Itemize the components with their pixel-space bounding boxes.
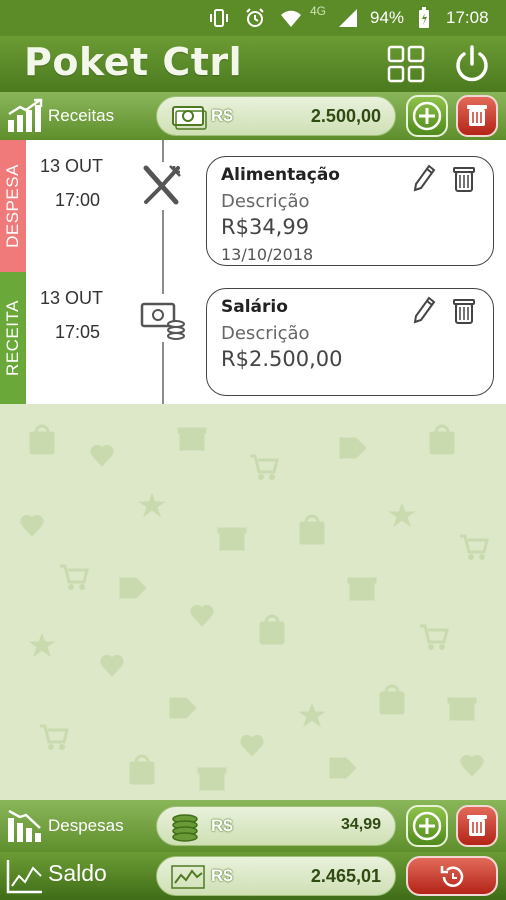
grid-icon: [387, 45, 425, 83]
network-type: 4G: [310, 4, 327, 18]
entry-value: R$2.500,00: [221, 347, 343, 371]
despesas-label: Despesas: [48, 816, 124, 835]
despesas-amount: 34,99: [340, 816, 381, 833]
battery-icon: [419, 7, 429, 28]
app-title: Poket Ctrl: [24, 40, 243, 84]
money-coins-icon: [138, 294, 186, 342]
saldo-total-field: R$ 2.465,01: [156, 856, 396, 896]
entry-value: R$34,99: [221, 215, 310, 239]
history-icon: [440, 866, 464, 887]
entry-type-label: RECEITA: [3, 300, 22, 376]
receitas-bar: Receitas R$ 2.500,00: [0, 92, 506, 140]
entry-time: 17:05: [55, 322, 101, 342]
entry-card[interactable]: Salário Descrição R$2.500,00: [206, 288, 494, 396]
coins-icon: [172, 814, 198, 842]
despesa-tag: DESPESA: [0, 140, 26, 272]
plus-icon: [412, 101, 442, 131]
entry-title: Salário: [221, 297, 288, 317]
income-chart-icon: [8, 98, 43, 132]
dashboard-button[interactable]: [386, 44, 426, 84]
history-button[interactable]: [406, 856, 498, 896]
list-item[interactable]: DESPESA 13 OUT 17:00 Alimentação Descriç…: [0, 140, 506, 272]
status-icons: [208, 6, 302, 30]
entry-description: Descrição: [221, 323, 310, 344]
entry-title: Alimentação: [221, 165, 340, 185]
despesas-bar: Despesas R$ 34,99: [0, 800, 506, 852]
saldo-label: Saldo: [48, 860, 107, 886]
entry-type-label: DESPESA: [3, 164, 22, 248]
vibrate-icon: [210, 9, 228, 27]
clock: 17:08: [446, 8, 489, 27]
plus-icon: [412, 811, 442, 841]
entry-time: 17:00: [55, 190, 101, 210]
cash-icon: [172, 106, 207, 130]
entry-date: 13 OUT: [40, 156, 104, 176]
fork-knife-icon: [138, 162, 186, 210]
despesas-total-field: R$ 34,99: [156, 806, 396, 846]
shopping-pattern-background: [0, 404, 506, 800]
trash-icon: [467, 105, 487, 126]
add-receita-button[interactable]: [406, 95, 448, 137]
delete-receitas-button[interactable]: [456, 95, 498, 137]
entry-full-date: 13/10/2018: [221, 245, 314, 264]
saldo-amount: 2.465,01: [310, 866, 381, 886]
transactions-list: DESPESA 13 OUT 17:00 Alimentação Descriç…: [0, 140, 506, 404]
power-icon: [456, 45, 488, 82]
saldo-bar: Saldo R$ 2.465,01: [0, 852, 506, 900]
saldo-currency: R$: [211, 866, 233, 885]
power-button[interactable]: [452, 44, 492, 84]
receitas-label: Receitas: [48, 106, 115, 125]
trash-icon[interactable]: [451, 163, 477, 193]
edit-icon[interactable]: [411, 295, 437, 325]
entry-date: 13 OUT: [40, 288, 104, 308]
wifi-icon: [281, 10, 301, 27]
battery-level: 94%: [370, 8, 405, 27]
line-chart-icon: [171, 865, 205, 889]
status-bar: 4G 94% 17:08: [0, 0, 506, 36]
receitas-total-field: R$ 2.500,00: [156, 96, 396, 136]
entry-card[interactable]: Alimentação Descrição R$34,99 13/10/2018: [206, 156, 494, 266]
alarm-icon: [246, 8, 264, 27]
trash-icon: [467, 815, 487, 836]
receitas-currency: R$: [211, 106, 233, 125]
pattern-icons: [20, 424, 489, 791]
signal-icon: [339, 9, 357, 27]
receita-tag: RECEITA: [0, 272, 26, 404]
receitas-amount: 2.500,00: [310, 106, 381, 126]
despesas-currency: R$: [211, 816, 233, 835]
list-item[interactable]: RECEITA 13 OUT 17:05 Salário Descrição R…: [0, 272, 506, 404]
entry-description: Descrição: [221, 191, 310, 212]
app-header: Poket Ctrl: [0, 36, 506, 92]
expense-chart-icon: [8, 809, 41, 842]
add-despesa-button[interactable]: [406, 805, 448, 847]
delete-despesas-button[interactable]: [456, 805, 498, 847]
edit-icon[interactable]: [411, 163, 437, 193]
trash-icon[interactable]: [451, 295, 477, 325]
balance-chart-icon: [6, 860, 42, 894]
